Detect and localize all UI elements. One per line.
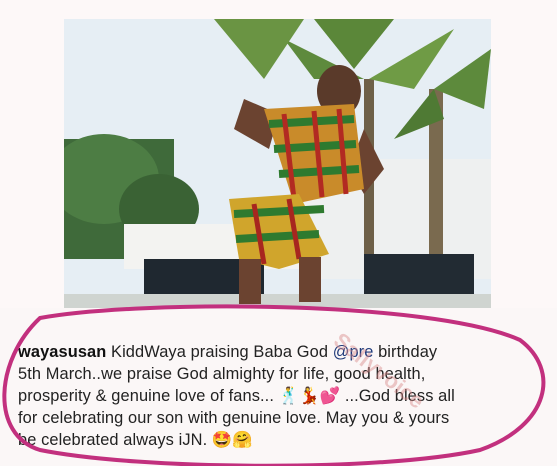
caption-line-4: for celebrating our son with genuine lov… [18,408,450,427]
caption-text: KiddWaya praising Baba God [111,343,329,361]
caption-text: ...God bless all [344,387,455,405]
caption-text: be celebrated always iJN. [18,431,208,449]
username-link[interactable]: wayasusan [18,343,106,361]
dance-emoji-icons: 🕺💃💕 [278,386,341,405]
caption-line-1: wayasusan KiddWaya praising Baba God @pr… [18,342,538,364]
post-photo[interactable] [64,19,491,308]
caption-text: prosperity & genuine love of fans... [18,387,274,405]
caption-line-3: prosperity & genuine love of fans... 🕺💃💕… [18,385,538,408]
post-caption: wayasusan KiddWaya praising Baba God @pr… [18,342,538,452]
caption-line-5: be celebrated always iJN. 🤩🤗 [18,429,538,452]
mention-link[interactable]: @pre [333,343,374,361]
caption-line-2: 5th March..we praise God almighty for li… [18,364,426,383]
smile-emoji-icons: 🤩🤗 [211,430,253,449]
caption-text: birthday [378,343,438,361]
